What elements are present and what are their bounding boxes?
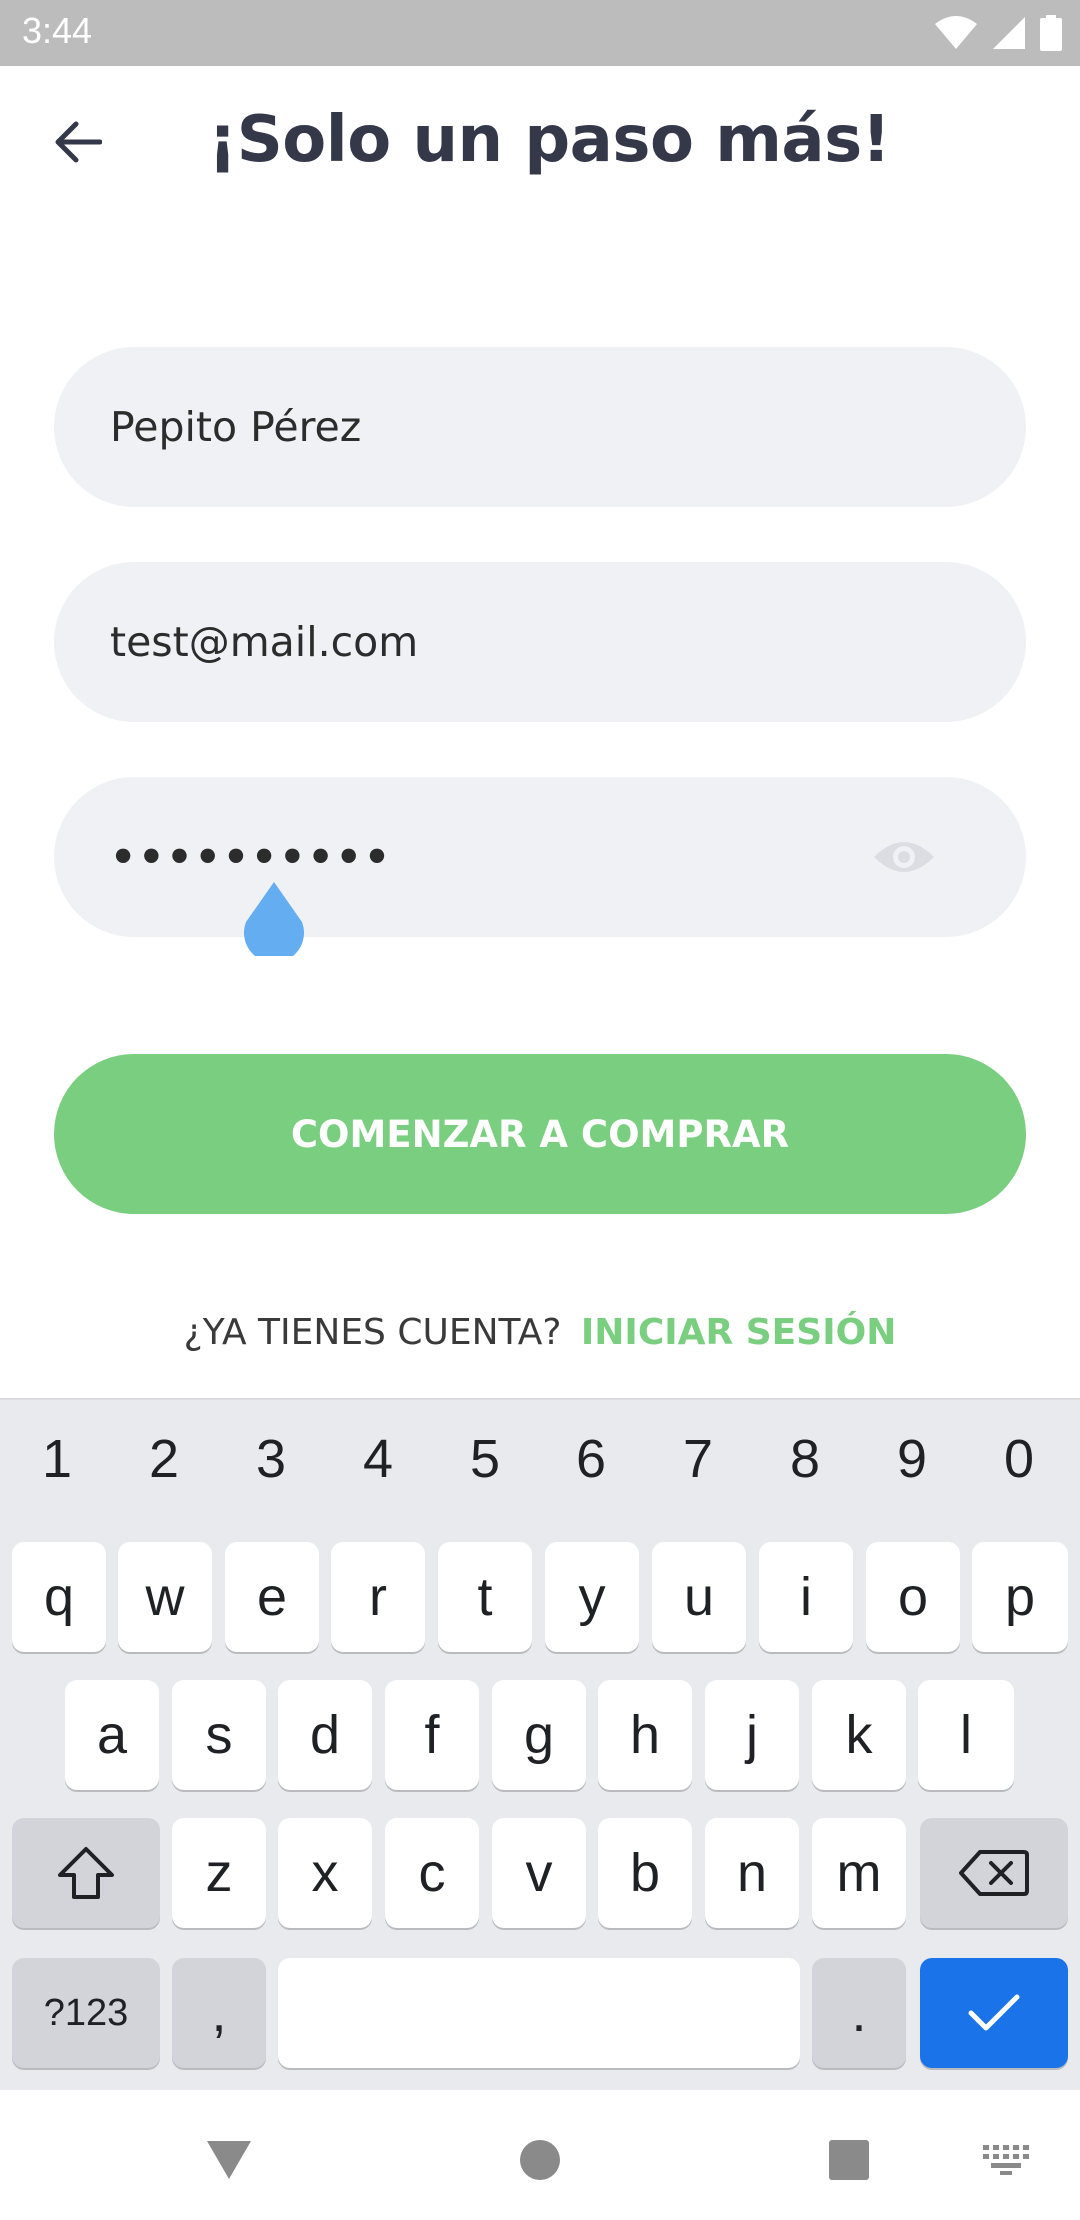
keyboard-icon <box>983 2145 1029 2175</box>
page-title: ¡Solo un paso más! <box>208 103 891 177</box>
key-x[interactable]: x <box>278 1818 372 1928</box>
key-0[interactable]: 0 <box>966 1428 1072 1490</box>
nav-recents-button[interactable] <box>819 2130 879 2190</box>
text-cursor-handle[interactable] <box>242 880 306 956</box>
key-1[interactable]: 1 <box>4 1428 110 1490</box>
key-v[interactable]: v <box>492 1818 586 1928</box>
password-field[interactable]: •••••••••• <box>54 777 1026 937</box>
wifi-icon <box>935 16 977 49</box>
symbols-key[interactable]: ?123 <box>12 1958 160 2068</box>
key-m[interactable]: m <box>812 1818 906 1928</box>
key-d[interactable]: d <box>278 1680 372 1790</box>
key-g[interactable]: g <box>492 1680 586 1790</box>
key-k[interactable]: k <box>812 1680 906 1790</box>
comma-key[interactable]: , <box>172 1958 266 2068</box>
keyboard: 1 2 3 4 5 6 7 8 9 0 q w e r t y u i o p … <box>0 1398 1080 2090</box>
toggle-password-visibility-button[interactable] <box>872 835 936 879</box>
email-field-value: test@mail.com <box>110 618 419 666</box>
login-link[interactable]: INICIAR SESIÓN <box>581 1312 896 1353</box>
checkmark-icon <box>968 1994 1020 2031</box>
key-3[interactable]: 3 <box>218 1428 324 1490</box>
key-8[interactable]: 8 <box>752 1428 858 1490</box>
status-icons <box>934 14 1062 52</box>
shift-icon <box>58 1847 114 1899</box>
start-shopping-button[interactable]: COMENZAR A COMPRAR <box>54 1054 1026 1214</box>
key-l[interactable]: l <box>918 1680 1014 1790</box>
email-field[interactable]: test@mail.com <box>54 562 1026 722</box>
key-6[interactable]: 6 <box>538 1428 644 1490</box>
name-field-value: Pepito Pérez <box>110 403 362 451</box>
key-5[interactable]: 5 <box>432 1428 538 1490</box>
status-time: 3:44 <box>22 10 93 51</box>
start-shopping-label: COMENZAR A COMPRAR <box>290 1112 790 1156</box>
login-question: ¿YA TIENES CUENTA? <box>183 1312 562 1353</box>
nav-back-button[interactable] <box>199 2130 259 2190</box>
key-f[interactable]: f <box>385 1680 479 1790</box>
period-key[interactable]: . <box>812 1958 906 2068</box>
name-field[interactable]: Pepito Pérez <box>54 347 1026 507</box>
key-j[interactable]: j <box>705 1680 799 1790</box>
key-q[interactable]: q <box>12 1542 106 1652</box>
key-a[interactable]: a <box>65 1680 159 1790</box>
password-field-value: •••••••••• <box>110 833 393 881</box>
key-r[interactable]: r <box>331 1542 425 1652</box>
key-p[interactable]: p <box>972 1542 1068 1652</box>
shift-key[interactable] <box>12 1818 160 1928</box>
keyboard-switch-button[interactable] <box>976 2130 1036 2190</box>
key-h[interactable]: h <box>598 1680 692 1790</box>
login-prompt: ¿YA TIENES CUENTA? INICIAR SESIÓN <box>0 1312 1080 1353</box>
key-b[interactable]: b <box>598 1818 692 1928</box>
key-i[interactable]: i <box>759 1542 853 1652</box>
keyboard-number-row: 1 2 3 4 5 6 7 8 9 0 <box>0 1428 1080 1500</box>
key-s[interactable]: s <box>172 1680 266 1790</box>
key-u[interactable]: u <box>652 1542 746 1652</box>
circle-icon <box>520 2140 560 2180</box>
key-c[interactable]: c <box>385 1818 479 1928</box>
backspace-icon <box>959 1850 1029 1896</box>
enter-key[interactable] <box>920 1958 1068 2068</box>
triangle-down-icon <box>207 2141 251 2179</box>
status-bar: 3:44 <box>0 0 1080 66</box>
key-w[interactable]: w <box>118 1542 212 1652</box>
arrow-left-icon <box>55 121 102 163</box>
nav-home-button[interactable] <box>510 2130 570 2190</box>
key-z[interactable]: z <box>172 1818 266 1928</box>
square-icon <box>829 2140 869 2180</box>
signal-icon <box>993 17 1025 49</box>
key-4[interactable]: 4 <box>325 1428 431 1490</box>
backspace-key[interactable] <box>920 1818 1068 1928</box>
key-2[interactable]: 2 <box>111 1428 217 1490</box>
key-9[interactable]: 9 <box>859 1428 965 1490</box>
key-7[interactable]: 7 <box>645 1428 751 1490</box>
battery-icon <box>1040 15 1062 51</box>
eye-icon <box>874 842 934 872</box>
navigation-bar <box>0 2090 1080 2220</box>
back-button[interactable] <box>40 108 116 176</box>
key-o[interactable]: o <box>866 1542 960 1652</box>
key-t[interactable]: t <box>438 1542 532 1652</box>
key-y[interactable]: y <box>545 1542 639 1652</box>
key-e[interactable]: e <box>225 1542 319 1652</box>
space-key[interactable] <box>278 1958 800 2068</box>
key-n[interactable]: n <box>705 1818 799 1928</box>
